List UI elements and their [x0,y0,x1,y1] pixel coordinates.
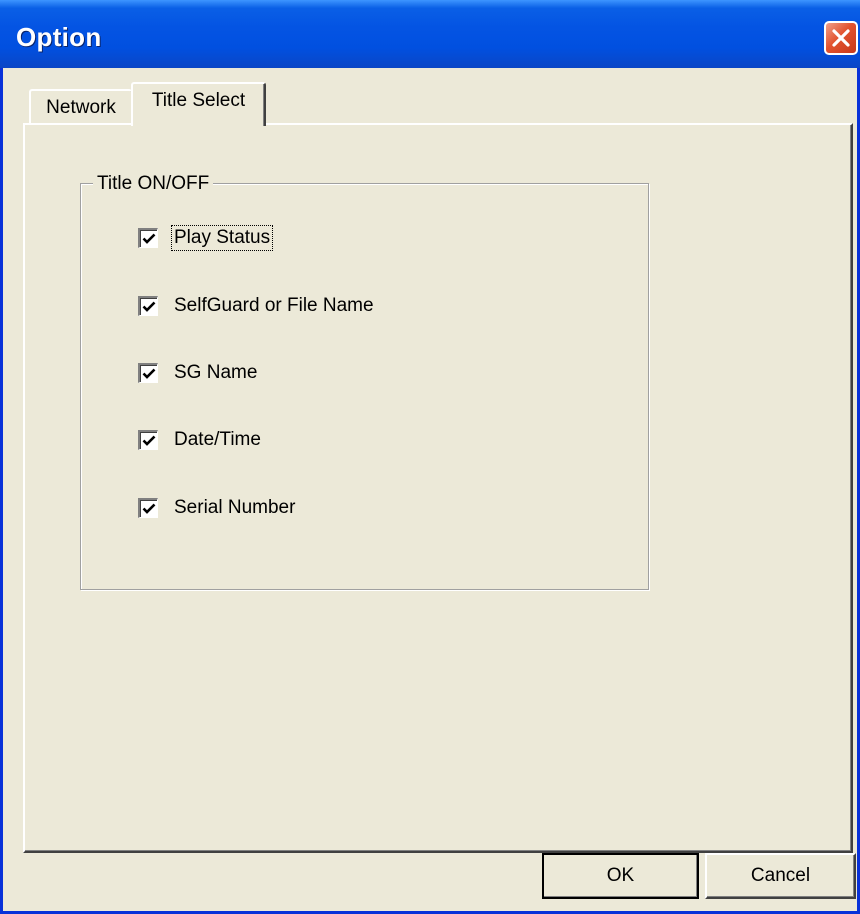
checkbox-box[interactable] [138,228,158,248]
tab-network-label: Network [46,96,116,118]
checkbox-box[interactable] [138,363,158,383]
checkbox-serial-number[interactable]: Serial Number [138,495,297,521]
checkmark-icon [142,368,155,379]
checkbox-label: Date/Time [174,429,261,450]
checkbox-box[interactable] [138,296,158,316]
checkbox-label: Serial Number [174,497,296,518]
close-button[interactable] [824,21,858,55]
checkbox-label: SelfGuard or File Name [174,295,374,316]
close-icon [832,29,850,47]
checkmark-icon [142,301,155,312]
checkbox-play-status[interactable]: Play Status [138,225,274,251]
checkbox-box[interactable] [138,498,158,518]
tab-network[interactable]: Network [29,89,132,124]
checkmark-icon [142,503,155,514]
checkmark-icon [142,233,155,244]
checkbox-label: SG Name [174,362,258,383]
cancel-button[interactable]: Cancel [705,853,856,899]
checkbox-selfguard-or-file-name[interactable]: SelfGuard or File Name [138,293,376,319]
checkmark-icon [142,435,155,446]
title-bar[interactable]: Option [0,0,860,68]
window-title: Option [16,22,102,52]
checkbox-box[interactable] [138,430,158,450]
groupbox-legend: Title ON/OFF [93,173,214,195]
ok-button-label: OK [606,865,635,886]
cancel-button-label: Cancel [750,865,811,886]
tab-title-select[interactable]: Title Select [131,82,266,126]
checkbox-label: Play Status [170,225,274,251]
ok-button[interactable]: OK [542,853,699,899]
checkbox-date-time[interactable]: Date/Time [138,427,263,453]
checkbox-sg-name[interactable]: SG Name [138,360,259,386]
tab-title-select-label: Title Select [151,90,246,111]
